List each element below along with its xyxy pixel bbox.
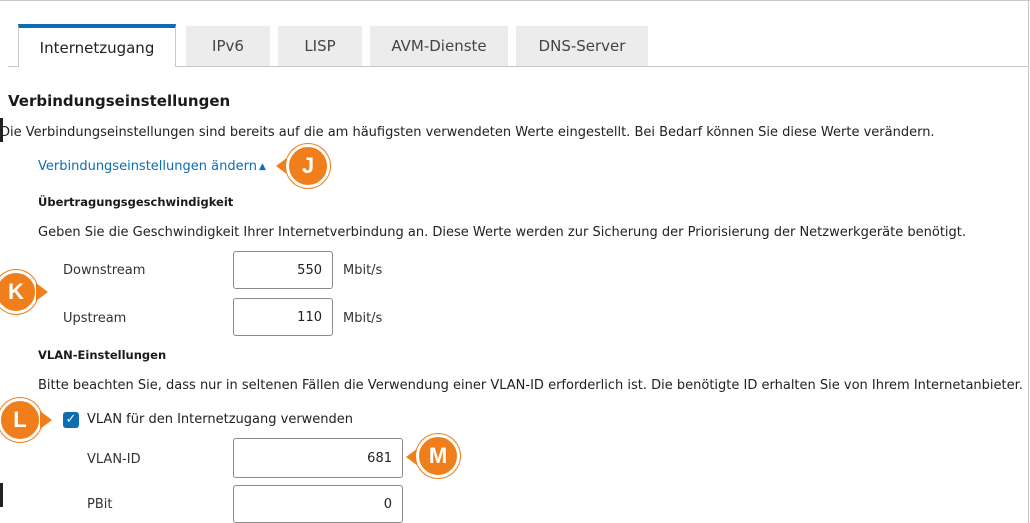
downstream-label: Downstream <box>63 263 146 278</box>
settings-toggle-label: Verbindungseinstellungen ändern <box>38 159 257 174</box>
panel-right-border <box>1028 0 1029 523</box>
vlan-id-input[interactable] <box>233 438 403 478</box>
tab-dns-server[interactable]: DNS-Server <box>516 26 648 66</box>
collapse-arrow-icon: ▲ <box>258 162 266 172</box>
section-title: Verbindungseinstellungen <box>8 92 231 110</box>
pbit-input[interactable] <box>233 485 403 523</box>
speed-description: Geben Sie die Geschwindigkeit Ihrer Inte… <box>38 225 967 240</box>
vlan-id-label: VLAN-ID <box>87 452 141 467</box>
callout-badge-m: M <box>416 434 460 478</box>
callout-pointer <box>36 283 48 301</box>
fritzbox-settings-panel: Internetzugang IPv6 LISP AVM-Dienste DNS… <box>0 0 1030 523</box>
pbit-label: PBit <box>87 497 113 512</box>
downstream-input[interactable] <box>233 251 333 289</box>
callout-badge-l: L <box>0 398 42 442</box>
vlan-checkbox[interactable]: ✓ <box>63 412 79 428</box>
speed-heading: Übertragungsgeschwindigkeit <box>38 195 234 209</box>
vlan-description: Bitte beachten Sie, dass nur in seltenen… <box>38 378 1023 393</box>
upstream-input[interactable] <box>233 298 333 336</box>
tab-internetzugang[interactable]: Internetzugang <box>18 24 176 67</box>
callout-badge-j: J <box>286 144 330 188</box>
upstream-label: Upstream <box>63 311 127 326</box>
tab-lisp[interactable]: LISP <box>278 26 362 66</box>
upstream-unit: Mbit/s <box>343 311 383 326</box>
callout-badge-k: K <box>0 270 38 314</box>
vlan-heading: VLAN-Einstellungen <box>38 348 167 362</box>
left-edge-mark <box>0 483 3 507</box>
tab-bar: Internetzugang IPv6 LISP AVM-Dienste DNS… <box>8 0 1028 67</box>
tab-avm-dienste[interactable]: AVM-Dienste <box>370 26 508 66</box>
downstream-unit: Mbit/s <box>343 263 383 278</box>
section-intro: Die Verbindungseinstellungen sind bereit… <box>0 125 935 140</box>
settings-toggle-link[interactable]: Verbindungseinstellungen ändern ▲ <box>38 159 266 174</box>
tab-ipv6[interactable]: IPv6 <box>186 26 270 66</box>
vlan-checkbox-label[interactable]: VLAN für den Internetzugang verwenden <box>87 412 353 427</box>
callout-pointer <box>40 411 52 429</box>
